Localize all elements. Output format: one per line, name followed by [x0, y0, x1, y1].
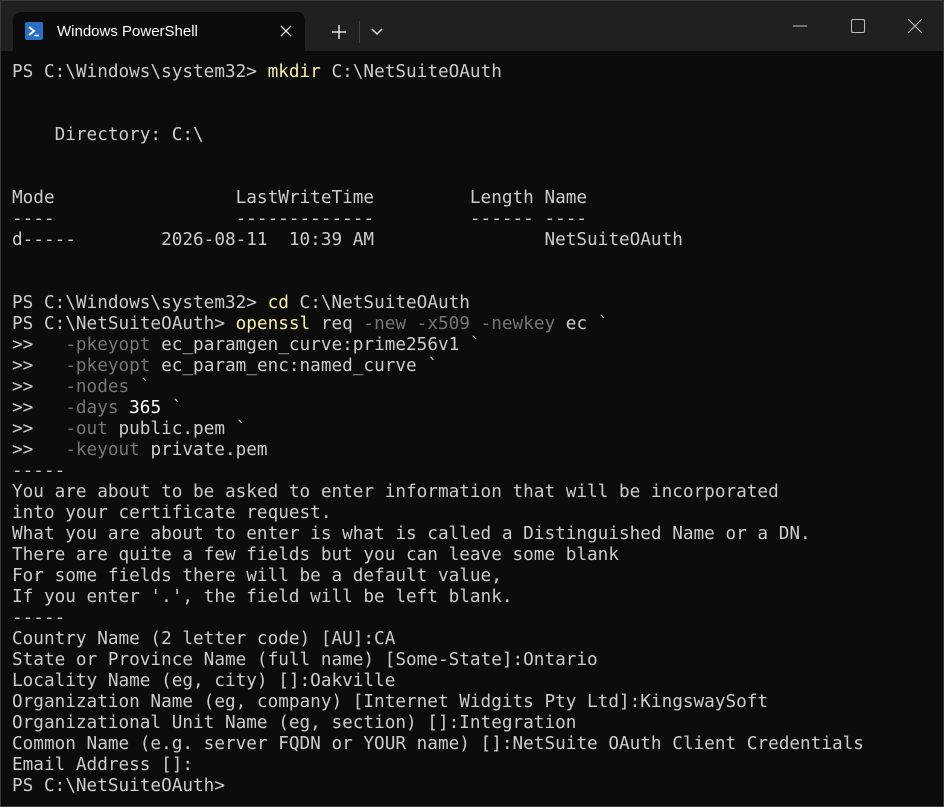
directory-line: Directory: C:\ — [12, 125, 204, 145]
parameter: -pkeyopt — [65, 356, 151, 376]
info-line: What you are about to enter is what is c… — [12, 524, 811, 544]
parameter: -days — [65, 398, 119, 418]
info-line: For some fields there will be a default … — [12, 566, 502, 586]
minimize-icon[interactable] — [785, 11, 815, 41]
continuation-prompt: >> — [12, 377, 66, 397]
argument: public.pem — [107, 419, 236, 439]
divider-line: ----- — [12, 608, 66, 628]
continuation-line: >> -pkeyopt ec_paramgen_curve:prime256v1… — [1, 335, 943, 356]
parameter: -new — [363, 314, 407, 334]
tab-separator — [359, 21, 360, 43]
continuation-line: >> -nodes ` — [1, 377, 943, 398]
field-line: Email Address []: — [12, 755, 194, 775]
argument: 365 — [118, 398, 172, 418]
field-line: Organizational Unit Name (eg, section) [… — [12, 713, 577, 733]
chevron-down-icon[interactable] — [363, 18, 391, 46]
line-continuation: ` — [597, 314, 609, 334]
parameter: -pkeyopt — [65, 335, 151, 355]
close-window-icon[interactable] — [900, 11, 930, 41]
continuation-prompt: >> — [12, 335, 66, 355]
listing-header: Mode LastWriteTime Length Name — [12, 188, 588, 208]
info-line: You are about to be asked to enter infor… — [12, 482, 779, 502]
field-line: State or Province Name (full name) [Some… — [12, 650, 598, 670]
prompt: PS C:\Windows\system32> — [12, 62, 268, 82]
info-line: There are quite a few fields but you can… — [12, 545, 619, 565]
prompt-line: PS C:\Windows\system32> mkdir C:\NetSuit… — [1, 62, 943, 83]
prompt: PS C:\NetSuiteOAuth> — [12, 314, 236, 334]
parameter: -nodes — [65, 377, 130, 397]
continuation-prompt: >> — [12, 356, 66, 376]
tab-windows-powershell[interactable]: Windows PowerShell — [13, 12, 305, 51]
prompt-line: PS C:\NetSuiteOAuth> openssl req -new -x… — [1, 314, 943, 335]
continuation-line: >> -pkeyopt ec_param_enc:named_curve ` — [1, 356, 943, 377]
parameter: -keyout — [65, 440, 140, 460]
prompt-line: PS C:\Windows\system32> cd C:\NetSuiteOA… — [1, 293, 943, 314]
parameter: -newkey — [469, 314, 556, 334]
argument: ec — [555, 314, 598, 334]
continuation-prompt: >> — [12, 419, 66, 439]
command: openssl — [235, 314, 311, 334]
info-line: into your certificate request. — [12, 503, 332, 523]
continuation-prompt: >> — [12, 398, 66, 418]
divider-line: ----- — [12, 461, 66, 481]
line-continuation: ` — [139, 377, 151, 397]
close-tab-icon[interactable] — [275, 20, 297, 42]
plus-icon[interactable] — [323, 18, 355, 46]
field-line: Locality Name (eg, city) []:Oakville — [12, 671, 396, 691]
continuation-prompt: >> — [12, 440, 66, 460]
powershell-window: Windows PowerShell PS C:\Windows\system3… — [0, 0, 944, 807]
listing-divider: ---- ------------- ------ ---- — [12, 209, 588, 229]
argument: private.pem — [139, 440, 268, 460]
line-continuation: ` — [171, 398, 183, 418]
argument: C:\NetSuiteOAuth — [320, 62, 502, 82]
prompt: PS C:\NetSuiteOAuth> — [12, 776, 236, 796]
command: mkdir — [267, 62, 321, 82]
field-line: Organization Name (eg, company) [Interne… — [12, 692, 769, 712]
line-continuation: ` — [235, 419, 247, 439]
tab-bar: Windows PowerShell — [1, 1, 943, 51]
parameter: -out — [65, 419, 108, 439]
argument: ec_param_enc:named_curve — [150, 356, 428, 376]
prompt-line: PS C:\NetSuiteOAuth> — [1, 776, 943, 797]
command: cd — [267, 293, 289, 313]
continuation-line: >> -out public.pem ` — [1, 419, 943, 440]
maximize-icon[interactable] — [843, 11, 873, 41]
argument: ec_paramgen_curve:prime256v1 — [150, 335, 470, 355]
tab-title: Windows PowerShell — [57, 23, 198, 40]
line-continuation: ` — [427, 356, 438, 376]
parameter: -x509 — [406, 314, 470, 334]
field-line: Common Name (e.g. server FQDN or YOUR na… — [12, 734, 864, 754]
listing-entry: d----- 2026-08-11 10:39 AM NetSuiteOAuth — [12, 230, 683, 250]
prompt: PS C:\Windows\system32> — [12, 293, 268, 313]
info-line: If you enter '.', the field will be left… — [12, 587, 513, 607]
powershell-icon — [25, 22, 43, 40]
argument: C:\NetSuiteOAuth — [288, 293, 470, 313]
argument: req — [310, 314, 364, 334]
continuation-line: >> -keyout private.pem — [1, 440, 943, 461]
terminal-output[interactable]: PS C:\Windows\system32> mkdir C:\NetSuit… — [1, 51, 943, 806]
continuation-line: >> -days 365 ` — [1, 398, 943, 419]
field-line: Country Name (2 letter code) [AU]:CA — [12, 629, 396, 649]
line-continuation: ` — [469, 335, 481, 355]
